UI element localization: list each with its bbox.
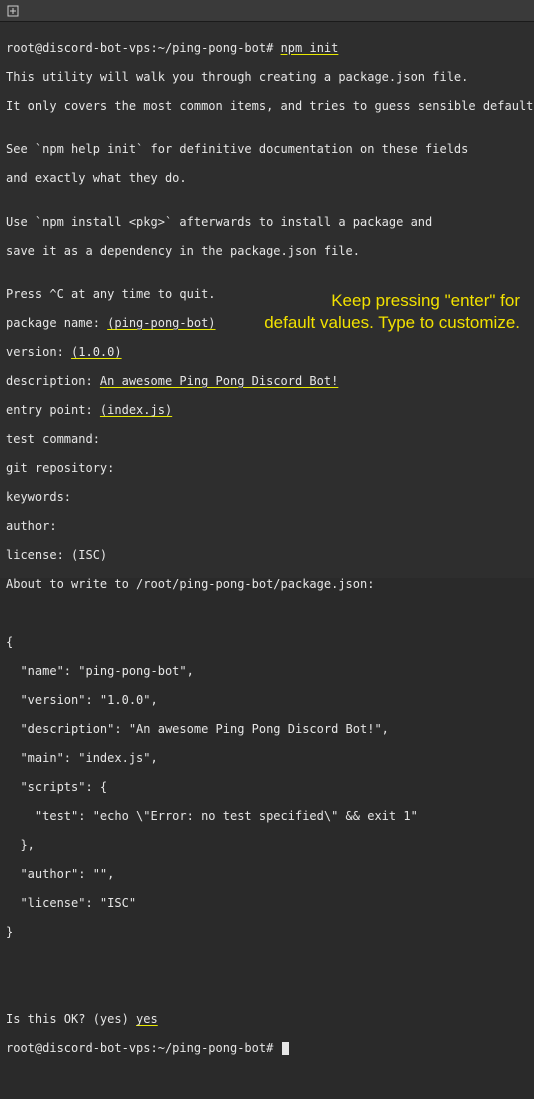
prompt-path: ~/ping-pong-bot bbox=[158, 41, 266, 55]
json-preview-line: "test": "echo \"Error: no test specified… bbox=[6, 809, 528, 824]
npm-prompt-keywords: keywords: bbox=[6, 490, 528, 505]
npm-prompt-license: license: (ISC) bbox=[6, 548, 528, 563]
annotation-line: default values. Type to customize. bbox=[200, 312, 520, 334]
npm-prompt-entry: entry point: (index.js) bbox=[6, 403, 528, 418]
output-line: Use `npm install <pkg>` afterwards to in… bbox=[6, 215, 528, 230]
json-preview-line: "scripts": { bbox=[6, 780, 528, 795]
output-line: See `npm help init` for definitive docum… bbox=[6, 142, 528, 157]
prompt-line: root@discord-bot-vps:~/ping-pong-bot# np… bbox=[6, 41, 528, 56]
cursor-icon bbox=[282, 1042, 289, 1055]
confirm-line: Is this OK? (yes) yes bbox=[6, 1012, 528, 1027]
output-line: This utility will walk you through creat… bbox=[6, 70, 528, 85]
npm-prompt-version: version: (1.0.0) bbox=[6, 345, 528, 360]
json-preview-line: "version": "1.0.0", bbox=[6, 693, 528, 708]
titlebar bbox=[0, 0, 534, 22]
command: npm init bbox=[281, 41, 339, 55]
blank-line bbox=[6, 954, 528, 969]
json-preview-line: "main": "index.js", bbox=[6, 751, 528, 766]
npm-prompt-git: git repository: bbox=[6, 461, 528, 476]
npm-prompt-description: description: An awesome Ping Pong Discor… bbox=[6, 374, 528, 389]
output-line: and exactly what they do. bbox=[6, 171, 528, 186]
annotation-line: Keep pressing "enter" for bbox=[200, 290, 520, 312]
json-preview-line: "name": "ping-pong-bot", bbox=[6, 664, 528, 679]
json-preview-line: } bbox=[6, 925, 528, 940]
npm-prompt-test: test command: bbox=[6, 432, 528, 447]
npm-prompt-author: author: bbox=[6, 519, 528, 534]
json-preview-line: { bbox=[6, 635, 528, 650]
annotation-overlay: Keep pressing "enter" for default values… bbox=[200, 290, 520, 334]
json-preview-line: }, bbox=[6, 838, 528, 853]
npm-about-write: About to write to /root/ping-pong-bot/pa… bbox=[6, 577, 528, 592]
prompt-user: root@discord-bot-vps bbox=[6, 41, 151, 55]
prompt-marker: # bbox=[266, 41, 273, 55]
output-line: It only covers the most common items, an… bbox=[6, 99, 528, 114]
blank-line bbox=[6, 606, 528, 621]
blank-line bbox=[6, 983, 528, 998]
output-line: save it as a dependency in the package.j… bbox=[6, 244, 528, 259]
terminal-area[interactable]: root@discord-bot-vps:~/ping-pong-bot# np… bbox=[0, 22, 534, 578]
json-preview-line: "author": "", bbox=[6, 867, 528, 882]
json-preview-line: "description": "An awesome Ping Pong Dis… bbox=[6, 722, 528, 737]
prompt-line-final[interactable]: root@discord-bot-vps:~/ping-pong-bot# bbox=[6, 1041, 528, 1056]
json-preview-line: "license": "ISC" bbox=[6, 896, 528, 911]
new-tab-icon[interactable] bbox=[6, 4, 20, 18]
